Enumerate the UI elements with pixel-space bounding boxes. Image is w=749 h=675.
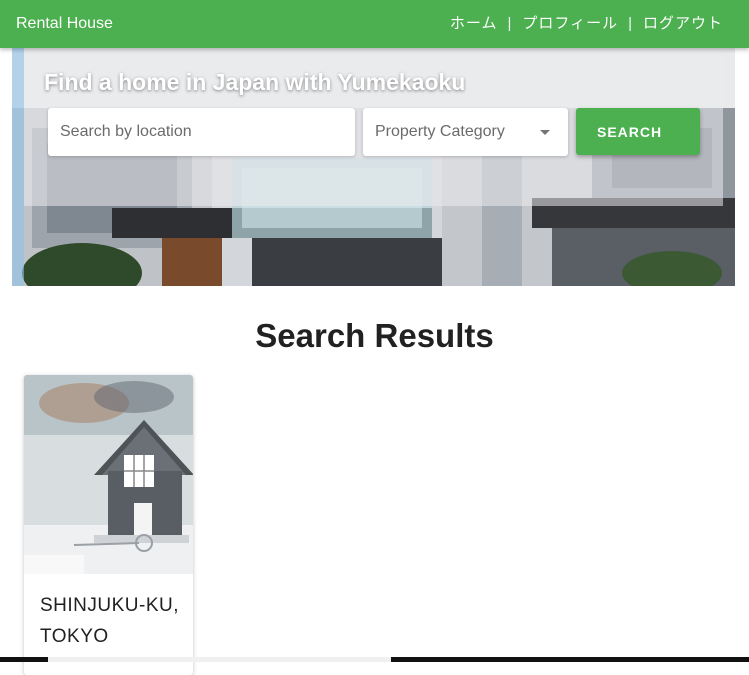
search-button[interactable]: SEARCH: [576, 108, 700, 155]
bottom-edge-highlight: [48, 657, 391, 662]
house-model-handshake-image: [24, 375, 193, 574]
nav-logout-link[interactable]: ログアウト: [643, 13, 723, 35]
nav-links: ホーム | プロフィール | ログアウト: [450, 13, 723, 35]
property-card-title: SHINJUKU-KU, TOKYO: [40, 595, 180, 647]
hero-title: Find a home in Japan with Yumekaoku: [44, 69, 466, 95]
brand-title[interactable]: Rental House: [16, 14, 113, 34]
nav-home-link[interactable]: ホーム: [450, 13, 498, 35]
hero-banner: Find a home in Japan with Yumekaoku Prop…: [12, 48, 735, 286]
nav-separator: |: [507, 15, 513, 32]
bottom-edge: [0, 657, 749, 662]
property-card[interactable]: SHINJUKU-KU, TOKYO: [24, 375, 193, 675]
top-navbar: Rental House ホーム | プロフィール | ログアウト: [0, 0, 749, 48]
nav-separator: |: [628, 15, 633, 32]
nav-profile-link[interactable]: プロフィール: [522, 13, 618, 35]
search-results-heading: Search Results: [255, 317, 494, 354]
dropdown-caret-icon: [540, 130, 550, 135]
property-category-label: Property Category: [375, 123, 505, 140]
property-category-select[interactable]: Property Category: [363, 108, 568, 156]
location-search-input[interactable]: [48, 108, 355, 156]
